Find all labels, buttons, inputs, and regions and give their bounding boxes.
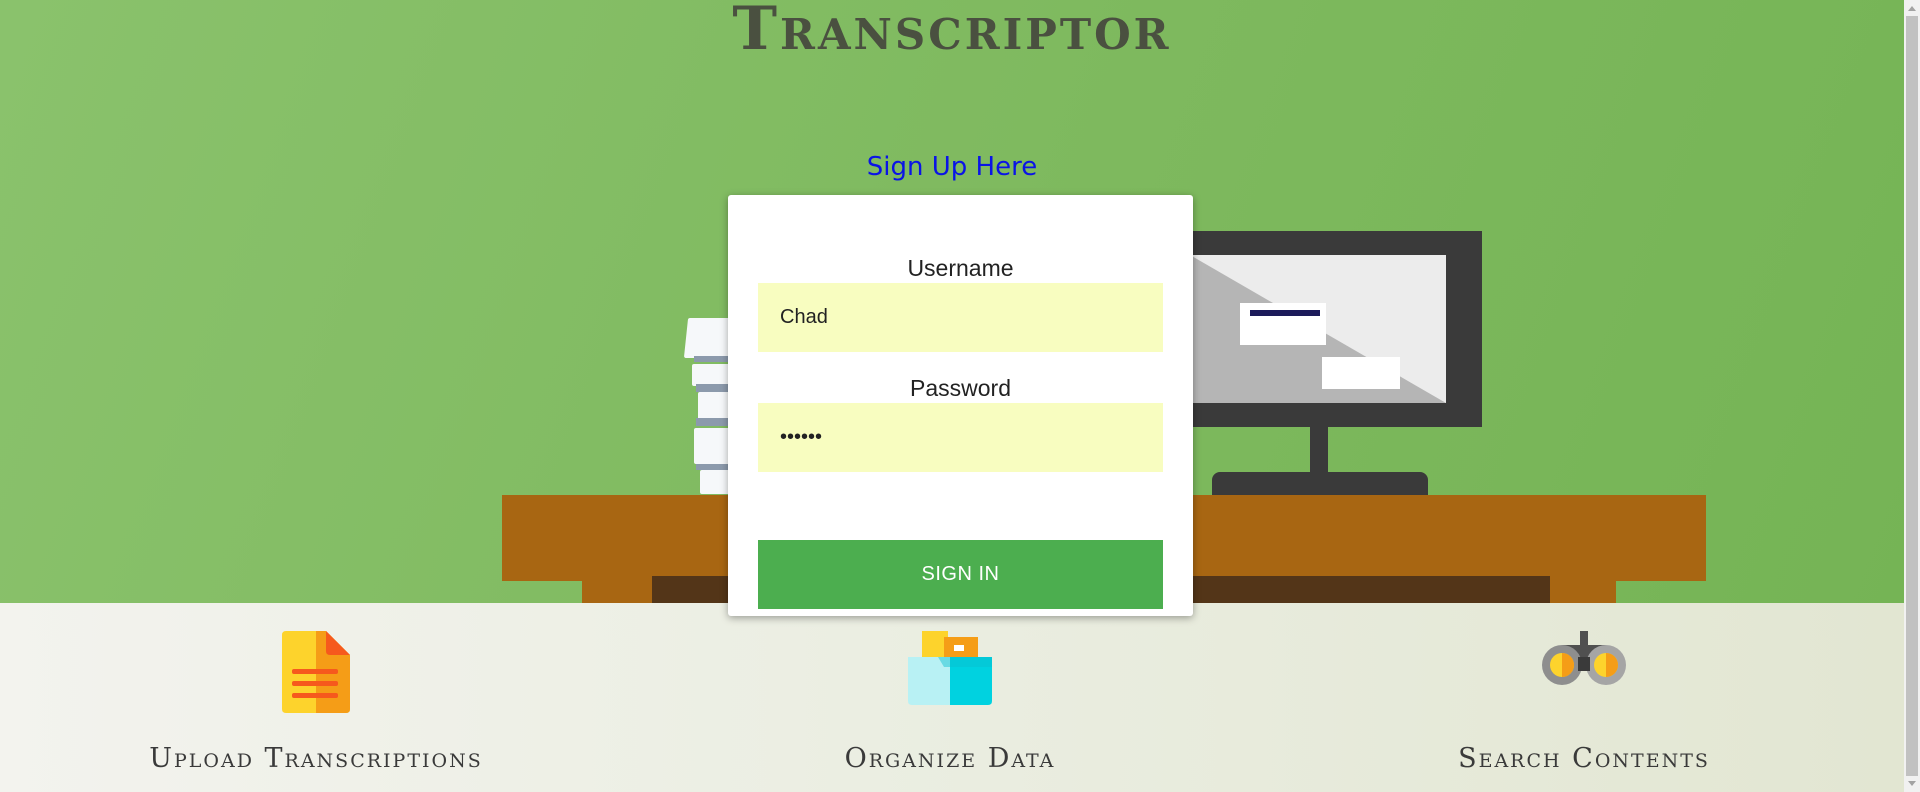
feature-title-organize: Organize Data [844,743,1056,774]
password-label: Password [910,375,1011,401]
feature-title-upload: Upload Transcriptions [149,743,483,774]
binoculars-icon [1542,631,1626,685]
desk-leg-right [1550,581,1616,603]
vertical-scrollbar[interactable] [1904,0,1920,792]
scroll-up-arrow-icon[interactable] [1908,6,1916,11]
features-section: Upload Transcriptions Organize Data Sear… [0,603,1904,792]
document-icon [282,631,350,713]
signin-button[interactable]: SIGN IN [758,540,1163,609]
feature-upload: Upload Transcriptions [66,603,566,792]
monitor-base [1212,472,1428,496]
folder-box-icon [908,631,992,705]
feature-title-search: Search Contents [1458,743,1710,774]
monitor-screen [1190,255,1446,403]
feature-organize: Organize Data [700,603,1200,792]
username-label: Username [907,255,1014,281]
password-field[interactable] [758,403,1163,472]
feature-search: Search Contents [1334,603,1834,792]
desk-leg-left [582,581,652,603]
username-field[interactable] [758,283,1163,352]
site-title: Transcriptor [732,0,1172,64]
monitor-stand [1310,427,1328,473]
page: Transcriptor Sign Up Here Upload Transcr… [0,0,1904,792]
scroll-thumb[interactable] [1906,16,1918,776]
signup-link[interactable]: Sign Up Here [0,152,1904,182]
login-form: Username Password SIGN IN [728,195,1193,616]
scroll-down-arrow-icon[interactable] [1908,781,1916,786]
